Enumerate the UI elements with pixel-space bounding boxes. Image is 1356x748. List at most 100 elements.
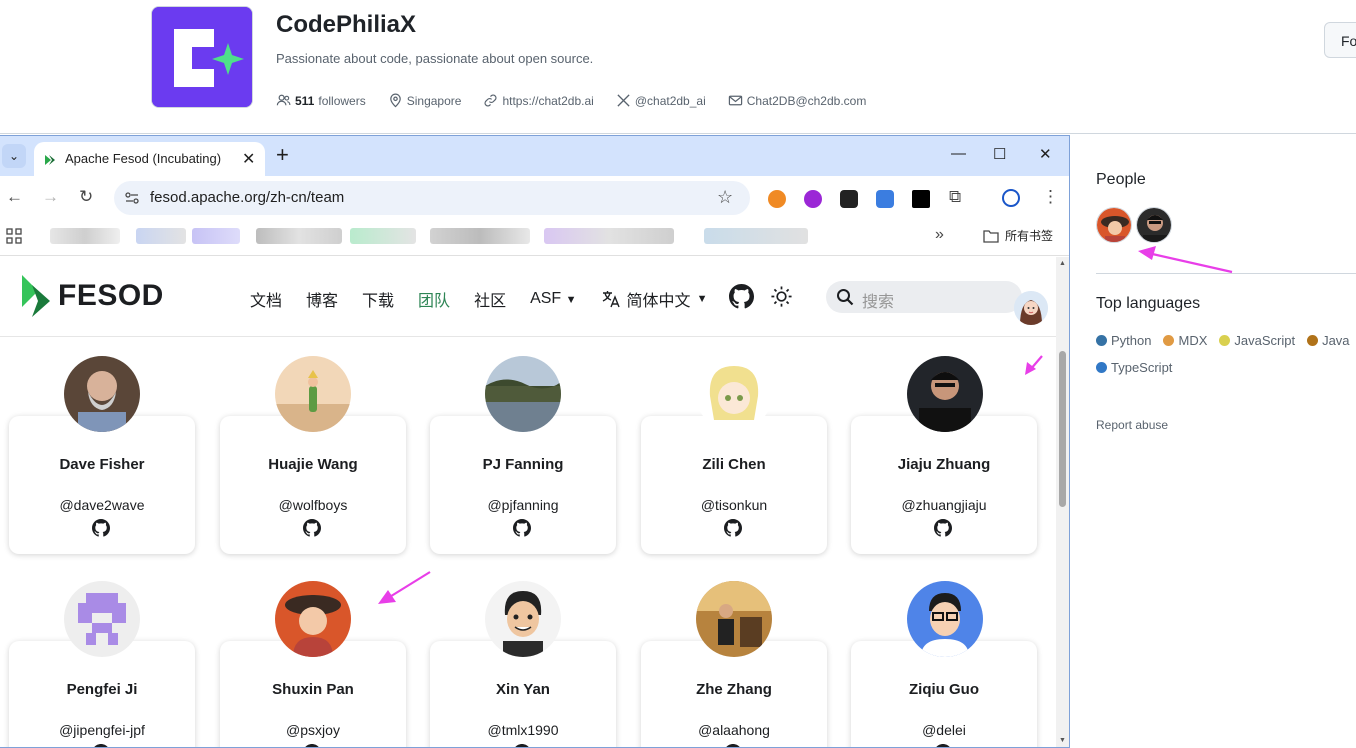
close-window-icon[interactable]: ✕ bbox=[1039, 145, 1052, 163]
profile-icon[interactable] bbox=[1002, 189, 1020, 207]
browser-toolbar: ← → ↻ fesod.apache.org/zh-cn/team ☆ ⧉ ⋮ bbox=[0, 176, 1069, 218]
followers-link[interactable]: 511 followers bbox=[276, 93, 366, 108]
site-search[interactable]: 搜索 bbox=[826, 281, 1022, 313]
member-avatar[interactable] bbox=[275, 581, 351, 657]
github-icon[interactable] bbox=[303, 519, 321, 537]
languages-title: Top languages bbox=[1096, 295, 1201, 312]
language-item[interactable]: Java bbox=[1307, 333, 1350, 348]
github-icon[interactable] bbox=[724, 744, 742, 748]
address-bar[interactable]: fesod.apache.org/zh-cn/team ☆ bbox=[114, 181, 750, 215]
github-icon[interactable] bbox=[724, 519, 742, 537]
bookmark-item[interactable] bbox=[544, 228, 674, 244]
search-icon bbox=[837, 289, 854, 306]
email-link[interactable]: Chat2DB@ch2db.com bbox=[728, 93, 866, 108]
fesod-logo-icon bbox=[22, 275, 50, 317]
location-text: Singapore bbox=[406, 93, 462, 108]
member-name: Shuxin Pan bbox=[272, 681, 354, 698]
bookmark-item[interactable] bbox=[430, 228, 530, 244]
member-avatar[interactable] bbox=[64, 356, 140, 432]
github-icon[interactable] bbox=[513, 744, 531, 748]
reload-icon[interactable]: ↻ bbox=[79, 187, 93, 207]
member-handle: @alaahong bbox=[698, 722, 770, 738]
close-tab-icon[interactable]: ✕ bbox=[242, 149, 255, 169]
language-item[interactable]: Python bbox=[1096, 333, 1151, 348]
language-dropdown[interactable]: 简体中文 ▼ bbox=[601, 287, 707, 311]
bookmark-item[interactable] bbox=[256, 228, 342, 244]
forward-icon[interactable]: → bbox=[42, 187, 59, 207]
language-item[interactable]: MDX bbox=[1163, 333, 1207, 348]
org-meta: 511 followers Singapore https://chat2db.… bbox=[276, 93, 866, 108]
bookmark-item[interactable] bbox=[192, 228, 240, 244]
bookmark-star-icon[interactable]: ☆ bbox=[717, 187, 733, 208]
menu-asf-dropdown[interactable]: ASF ▼ bbox=[530, 290, 576, 308]
extension-icon[interactable] bbox=[840, 190, 858, 208]
bookmarks-bar: » 所有书签 bbox=[0, 218, 1069, 256]
member-avatar[interactable] bbox=[907, 356, 983, 432]
extension-icon[interactable] bbox=[876, 190, 894, 208]
active-tab[interactable]: Apache Fesod (Incubating) ✕ bbox=[34, 142, 265, 176]
github-icon[interactable] bbox=[729, 284, 754, 309]
scroll-down-icon[interactable]: ▼ bbox=[1059, 737, 1066, 744]
github-icon[interactable] bbox=[934, 744, 952, 748]
scrollbar-thumb[interactable] bbox=[1059, 351, 1066, 507]
extension-icon[interactable] bbox=[912, 190, 930, 208]
fesod-favicon-icon bbox=[45, 155, 55, 165]
member-avatar[interactable] bbox=[64, 581, 140, 657]
all-bookmarks-button[interactable]: 所有书签 bbox=[983, 227, 1053, 244]
report-abuse-link[interactable]: Report abuse bbox=[1096, 418, 1168, 432]
page-scrollbar[interactable]: ▲ ▼ bbox=[1056, 257, 1069, 747]
menu-download[interactable]: 下载 bbox=[362, 287, 394, 311]
github-icon[interactable] bbox=[92, 519, 110, 537]
new-tab-button[interactable]: + bbox=[276, 142, 289, 168]
browser-window: ⌄ Apache Fesod (Incubating) ✕ + — ☐ ✕ ← … bbox=[0, 135, 1070, 748]
bookmark-item[interactable] bbox=[350, 228, 416, 244]
translate-icon bbox=[602, 291, 620, 308]
language-item[interactable]: JavaScript bbox=[1219, 333, 1295, 348]
maximize-icon[interactable]: ☐ bbox=[993, 145, 1006, 163]
member-avatar[interactable] bbox=[696, 581, 772, 657]
bookmark-item[interactable] bbox=[704, 228, 808, 244]
member-avatar[interactable] bbox=[485, 356, 561, 432]
twitter-link[interactable]: @chat2db_ai bbox=[616, 93, 706, 108]
more-bookmarks-icon[interactable]: » bbox=[935, 226, 944, 244]
org-sidebar: People Top languages Python MDX JavaScri… bbox=[1070, 135, 1356, 748]
extension-icon[interactable] bbox=[768, 190, 786, 208]
member-avatar[interactable] bbox=[696, 356, 772, 432]
language-item[interactable]: TypeScript bbox=[1096, 360, 1172, 375]
member-name: Pengfei Ji bbox=[66, 681, 138, 698]
team-card: Dave Fisher @dave2wave bbox=[9, 416, 195, 554]
site-brand[interactable]: FESOD bbox=[20, 275, 164, 317]
github-icon[interactable] bbox=[303, 744, 321, 748]
minimize-icon[interactable]: — bbox=[951, 145, 966, 162]
github-icon[interactable] bbox=[513, 519, 531, 537]
website-link[interactable]: https://chat2db.ai bbox=[483, 93, 594, 108]
site-menu: 文档 博客 下载 团队 社区 ASF ▼ 简体中文 ▼ bbox=[250, 287, 707, 311]
theme-toggle-sun-icon[interactable] bbox=[770, 285, 793, 308]
back-icon[interactable]: ← bbox=[6, 187, 23, 207]
apps-grid-icon[interactable] bbox=[6, 228, 22, 244]
scroll-up-icon[interactable]: ▲ bbox=[1059, 260, 1066, 267]
extension-icon[interactable] bbox=[804, 190, 822, 208]
member-name: Ziqiu Guo bbox=[909, 681, 979, 698]
menu-community[interactable]: 社区 bbox=[474, 287, 506, 311]
menu-docs[interactable]: 文档 bbox=[250, 287, 282, 311]
extensions-puzzle-icon[interactable]: ⧉ bbox=[949, 187, 961, 207]
github-icon[interactable] bbox=[934, 519, 952, 537]
member-avatar[interactable] bbox=[907, 581, 983, 657]
bookmark-item[interactable] bbox=[50, 228, 120, 244]
tab-search-button[interactable]: ⌄ bbox=[2, 144, 26, 168]
follow-button[interactable]: Fo bbox=[1324, 22, 1356, 58]
org-logo[interactable] bbox=[151, 6, 253, 108]
member-avatar[interactable] bbox=[275, 356, 351, 432]
member-avatar[interactable] bbox=[485, 581, 561, 657]
person-avatar[interactable] bbox=[1136, 207, 1172, 243]
user-avatar-image bbox=[1014, 291, 1048, 325]
person-avatar[interactable] bbox=[1096, 207, 1132, 243]
more-menu-icon[interactable]: ⋮ bbox=[1042, 187, 1059, 207]
bookmark-item[interactable] bbox=[136, 228, 186, 244]
menu-team[interactable]: 团队 bbox=[418, 287, 450, 311]
person-avatar-image bbox=[1097, 208, 1131, 242]
menu-blog[interactable]: 博客 bbox=[306, 287, 338, 311]
github-icon[interactable] bbox=[92, 744, 110, 748]
user-avatar[interactable] bbox=[1014, 291, 1048, 325]
